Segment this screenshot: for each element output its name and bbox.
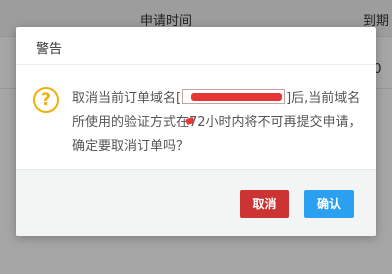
dialog-body: ? 取消当前订单域名[]后,当前域名所使用的验证方式在72小时内将不可再提交申请… [16,65,376,169]
warning-dialog: 警告 ? 取消当前订单域名[]后,当前域名所使用的验证方式在72小时内将不可再提… [16,27,376,236]
dialog-message: 取消当前订单域名[]后,当前域名所使用的验证方式在72小时内将不可再提交申请，确… [72,87,364,159]
dialog-header: 警告 [16,27,376,65]
cancel-button[interactable]: 取消 [240,190,289,218]
dialog-footer: 取消 确认 [16,169,376,236]
dialog-title: 警告 [36,42,63,57]
question-icon: ? [33,87,59,113]
message-prefix: 取消当前订单域名[ [72,91,182,106]
redacted-domain [182,89,286,104]
confirm-button[interactable]: 确认 [304,190,354,218]
